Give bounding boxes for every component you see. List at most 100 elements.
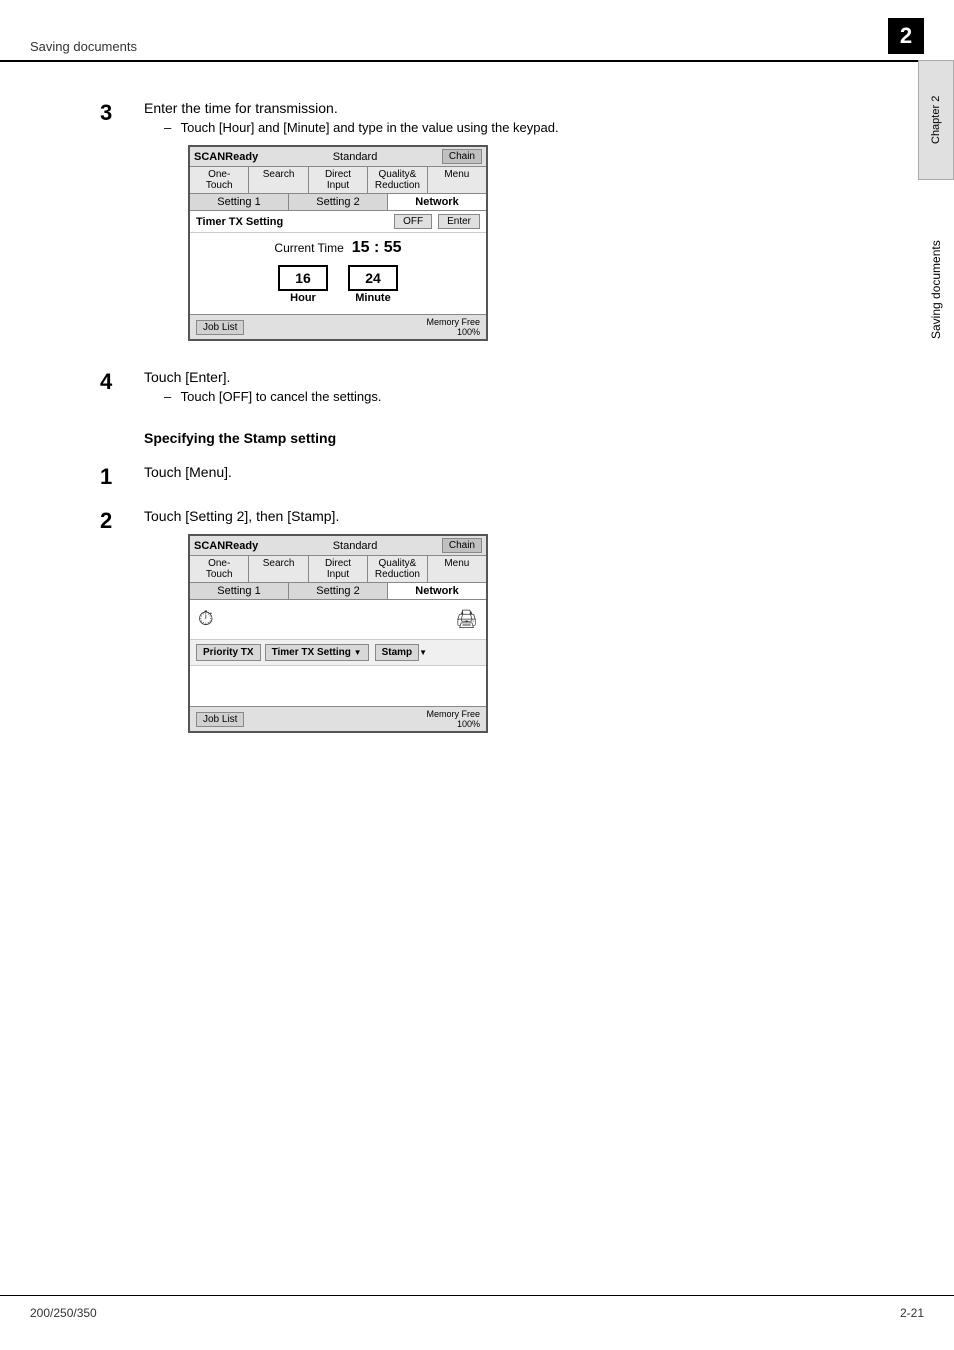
panel1-time-section: Current Time 15 : 55 16 Hour 24 Minute — [190, 233, 486, 314]
panel2-nav-menu[interactable]: Menu — [428, 556, 486, 582]
step-3-sub-text: – Touch [Hour] and [Minute] and type in … — [164, 120, 854, 135]
step-4-row: 4 Touch [Enter]. – Touch [OFF] to cancel… — [100, 369, 854, 412]
panel2-icons-row: ⏱ 🖨 — [190, 600, 486, 640]
panel2-tabs-row: Setting 1 Setting 2 Network — [190, 583, 486, 600]
panel2-spacer — [190, 666, 486, 706]
panel2-tab-network[interactable]: Network — [388, 583, 486, 599]
step-4-main-text: Touch [Enter]. — [144, 369, 854, 385]
panel1-nav-search[interactable]: Search — [249, 167, 308, 193]
panel2-chain-btn[interactable]: Chain — [442, 538, 482, 553]
panel1-input-row: 16 Hour 24 Minute — [196, 261, 480, 308]
dash-icon-2: – — [164, 389, 171, 404]
panel2-nav-direct[interactable]: DirectInput — [309, 556, 368, 582]
stamp-step-2-content: Touch [Setting 2], then [Stamp]. SCANRea… — [144, 508, 854, 743]
panel2-timer-tx-btn[interactable]: Timer TX Setting ▼ — [265, 644, 369, 661]
panel2-memory-label: Memory Free — [426, 709, 480, 719]
stamp-step-1-row: 1 Touch [Menu]. — [100, 464, 854, 490]
step-3-row: 3 Enter the time for transmission. – Tou… — [100, 100, 854, 351]
panel1-current-time-value: 15 : 55 — [352, 239, 402, 257]
panel2-memory-percent: 100% — [457, 719, 480, 729]
panel1-tab-setting1[interactable]: Setting 1 — [190, 194, 289, 210]
footer-page: 2-21 — [900, 1306, 924, 1320]
panel1-nav-menu[interactable]: Menu — [428, 167, 486, 193]
panel1-chain-btn[interactable]: Chain — [442, 149, 482, 164]
panel1-off-btn[interactable]: OFF — [394, 214, 432, 229]
step-4-content: Touch [Enter]. – Touch [OFF] to cancel t… — [144, 369, 854, 412]
panel1-memory-label: Memory Free — [426, 317, 480, 327]
header-title: Saving documents — [30, 39, 137, 54]
step-3-number: 3 — [100, 100, 136, 126]
panel2-bottom-row: Job List Memory Free 100% — [190, 706, 486, 731]
panel2-priority-tx-btn[interactable]: Priority TX — [196, 644, 261, 661]
panel1-job-list[interactable]: Job List — [196, 320, 244, 335]
page-container: Saving documents 2 Chapter 2 Saving docu… — [0, 0, 954, 1350]
stamp-step-1-text: Touch [Menu]. — [144, 464, 854, 480]
ui-panel-1: SCANReady Standard Chain One-Touch Searc… — [188, 145, 488, 341]
step-3-main-text: Enter the time for transmission. — [144, 100, 854, 116]
panel1-timer-row: Timer TX Setting OFF Enter — [190, 211, 486, 233]
panel2-tab-setting1[interactable]: Setting 1 — [190, 583, 289, 599]
step-3-sub-content: Touch [Hour] and [Minute] and type in th… — [181, 120, 559, 135]
panel1-hour-value[interactable]: 16 — [278, 265, 328, 291]
panel1-scan-ready: SCANReady — [194, 151, 258, 163]
panel2-scan-ready: SCANReady — [194, 540, 258, 552]
panel1-minute-value[interactable]: 24 — [348, 265, 398, 291]
panel2-stamp-arrow-icon: ▼ — [419, 648, 427, 657]
page-footer: 200/250/350 2-21 — [0, 1295, 954, 1330]
panel1-bottom-row: Job List Memory Free 100% — [190, 314, 486, 339]
panel2-left-icon: ⏱ — [198, 608, 214, 631]
panel1-nav-onetouch[interactable]: One-Touch — [190, 167, 249, 193]
panel2-top-bar: SCANReady Standard Chain — [190, 536, 486, 556]
panel1-tab-setting2[interactable]: Setting 2 — [289, 194, 388, 210]
panel1-standard: Standard — [268, 151, 442, 163]
panel2-job-list[interactable]: Job List — [196, 712, 244, 727]
step-4-sub-content: Touch [OFF] to cancel the settings. — [181, 389, 382, 404]
footer-model: 200/250/350 — [30, 1306, 97, 1320]
panel1-nav-direct[interactable]: DirectInput — [309, 167, 368, 193]
panel1-nav-row: One-Touch Search DirectInput Quality&Red… — [190, 167, 486, 194]
stamp-section-heading: Specifying the Stamp setting — [144, 430, 854, 446]
panel1-hour-label: Hour — [290, 292, 316, 304]
stamp-step-2-text: Touch [Setting 2], then [Stamp]. — [144, 508, 854, 524]
saving-documents-label: Saving documents — [918, 190, 954, 390]
chapter-number-badge: 2 — [888, 18, 924, 54]
chapter-label: Chapter 2 — [918, 60, 954, 180]
step-4-sub-text: – Touch [OFF] to cancel the settings. — [164, 389, 854, 404]
panel2-buttons-row: Priority TX Timer TX Setting ▼ Stamp ▼ — [190, 640, 486, 666]
main-content: 3 Enter the time for transmission. – Tou… — [0, 62, 914, 793]
panel1-hour-group: 16 Hour — [278, 265, 328, 304]
panel1-memory-percent: 100% — [457, 327, 480, 337]
panel1-memory-free: Memory Free 100% — [426, 317, 480, 337]
panel2-timer-arrow-icon: ▼ — [354, 648, 362, 657]
page-header: Saving documents 2 — [0, 0, 954, 62]
panel1-minute-group: 24 Minute — [348, 265, 398, 304]
panel2-stamp-btn[interactable]: Stamp — [375, 644, 420, 661]
panel2-tab-setting2[interactable]: Setting 2 — [289, 583, 388, 599]
panel1-tab-network[interactable]: Network — [388, 194, 486, 210]
panel1-enter-btn[interactable]: Enter — [438, 214, 480, 229]
panel1-tabs-row: Setting 1 Setting 2 Network — [190, 194, 486, 211]
panel2-nav-quality[interactable]: Quality&Reduction — [368, 556, 427, 582]
stamp-step-1-content: Touch [Menu]. — [144, 464, 854, 484]
ui-panel-2: SCANReady Standard Chain One-Touch Searc… — [188, 534, 488, 733]
stamp-step-2-row: 2 Touch [Setting 2], then [Stamp]. SCANR… — [100, 508, 854, 743]
panel2-right-icon: 🖨 — [455, 609, 478, 630]
panel1-timer-label: Timer TX Setting — [196, 216, 388, 228]
panel2-memory-free: Memory Free 100% — [426, 709, 480, 729]
right-sidebar: Chapter 2 Saving documents — [918, 60, 954, 660]
panel1-top-bar: SCANReady Standard Chain — [190, 147, 486, 167]
stamp-step-2-number: 2 — [100, 508, 136, 534]
panel1-current-time-label: Current Time — [274, 241, 343, 255]
panel2-nav-row: One-Touch Search DirectInput Quality&Red… — [190, 556, 486, 583]
panel1-nav-quality[interactable]: Quality&Reduction — [368, 167, 427, 193]
panel2-timer-tx-label: Timer TX Setting — [272, 647, 351, 658]
panel2-nav-search[interactable]: Search — [249, 556, 308, 582]
panel1-current-time-row: Current Time 15 : 55 — [196, 239, 480, 257]
stamp-step-1-number: 1 — [100, 464, 136, 490]
step-4-number: 4 — [100, 369, 136, 395]
step-3-content: Enter the time for transmission. – Touch… — [144, 100, 854, 351]
panel1-minute-label: Minute — [355, 292, 390, 304]
dash-icon: – — [164, 120, 171, 135]
panel2-standard: Standard — [268, 540, 442, 552]
panel2-nav-onetouch[interactable]: One-Touch — [190, 556, 249, 582]
